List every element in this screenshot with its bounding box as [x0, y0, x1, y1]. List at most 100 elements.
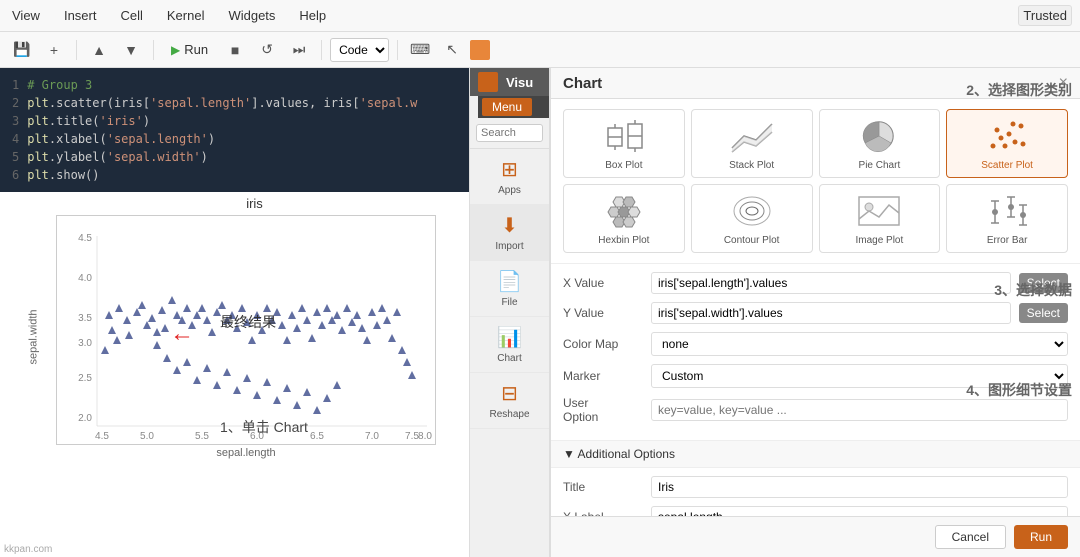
contour-plot-icon [728, 191, 776, 231]
kkpan-watermark: kkpan.com [4, 544, 52, 555]
code-line-5: 5plt.ylabel('sepal.width') [12, 148, 457, 166]
file-icon: 📄 [497, 269, 522, 294]
title-row: Title [563, 476, 1068, 498]
sidebar-reshape-label: Reshape [489, 409, 529, 420]
trusted-badge: Trusted [1018, 5, 1072, 26]
toolbar-separator-4 [397, 40, 398, 60]
move-up-icon[interactable]: ▲ [85, 36, 113, 64]
dialog-footer: Cancel Run [551, 516, 1080, 557]
chart-type-box[interactable]: Box Plot [563, 109, 685, 178]
chart-type-pie[interactable]: Pie Chart [819, 109, 941, 178]
error-bar-icon [983, 191, 1031, 231]
chart-type-errorbar[interactable]: Error Bar [946, 184, 1068, 253]
color-map-label: Color Map [563, 337, 643, 351]
reshape-icon: ⊟ [501, 381, 518, 406]
menu-insert[interactable]: Insert [60, 6, 101, 25]
pie-chart-label: Pie Chart [859, 160, 901, 171]
hexbin-label: Hexbin Plot [598, 235, 649, 246]
toolbar-separator-2 [153, 40, 154, 60]
sidebar-chart-label: Chart [497, 353, 521, 364]
save-icon[interactable]: 💾 [8, 36, 36, 64]
code-line-3: 3plt.title('iris') [12, 112, 457, 130]
menu-bar: View Insert Cell Kernel Widgets Help Tru… [0, 0, 1080, 32]
fast-forward-icon[interactable]: ⏭ [285, 36, 313, 64]
x-value-input[interactable] [651, 272, 1011, 294]
chart-type-scatter[interactable]: Scatter Plot [946, 109, 1068, 178]
hexbin-plot-icon [600, 191, 648, 231]
image-plot-icon [855, 191, 903, 231]
additional-options-header[interactable]: ▼ Additional Options [551, 440, 1080, 468]
code-cell[interactable]: 1# Group 3 2plt.scatter(iris['sepal.leng… [0, 68, 469, 192]
toolbar-separator-3 [321, 40, 322, 60]
menu-cell[interactable]: Cell [116, 6, 146, 25]
code-line-2: 2plt.scatter(iris['sepal.length'].values… [12, 94, 457, 112]
run-button-dialog[interactable]: Run [1014, 525, 1068, 549]
title-label: Title [563, 480, 643, 494]
y-select-button[interactable]: Select [1019, 303, 1068, 323]
sidebar-item-reshape[interactable]: ⊟ Reshape [470, 373, 549, 429]
keyboard-icon[interactable]: ⌨ [406, 36, 434, 64]
run-icon: ▶ [171, 43, 180, 57]
user-option-row: User Option [563, 396, 1068, 424]
sidebar-import-label: Import [495, 241, 523, 252]
stop-icon[interactable]: ■ [221, 36, 249, 64]
x-value-label: X Value [563, 276, 643, 290]
import-icon: ⬇ [501, 213, 518, 238]
sidebar-item-file[interactable]: 📄 File [470, 261, 549, 317]
step3-annotation: 3、选择数据 [994, 280, 1072, 300]
sidebar-search-container [470, 118, 549, 149]
run-label: Run [184, 42, 208, 57]
chart-type-contour[interactable]: Contour Plot [691, 184, 813, 253]
notebook-area: 1# Group 3 2plt.scatter(iris['sepal.leng… [0, 68, 470, 557]
marker-label: Marker [563, 369, 643, 383]
visuplot-header: Visu [470, 68, 549, 96]
cancel-button[interactable]: Cancel [935, 525, 1006, 549]
y-value-row: Y Value Select [563, 302, 1068, 324]
svg-text:5.5: 5.5 [195, 431, 209, 442]
move-down-icon[interactable]: ▼ [117, 36, 145, 64]
image-plot-label: Image Plot [855, 235, 903, 246]
pie-chart-icon [855, 116, 903, 156]
step2-annotation: 2、选择图形类别 [966, 80, 1072, 100]
visuplot-title: Visu [506, 75, 533, 90]
add-cell-icon[interactable]: + [40, 36, 68, 64]
menu-view[interactable]: View [8, 6, 44, 25]
chart-type-image[interactable]: Image Plot [819, 184, 941, 253]
svg-text:5.0: 5.0 [140, 431, 154, 442]
visuplot-tabs: Menu [478, 96, 549, 118]
y-value-input[interactable] [651, 302, 1011, 324]
chart-type-grid: Box Plot Stack Plot [551, 99, 1080, 264]
chart-type-stack[interactable]: Stack Plot [691, 109, 813, 178]
svg-text:3.0: 3.0 [78, 338, 92, 349]
y-axis-label: sepal.width [28, 309, 40, 364]
visuplot-menu-tab[interactable]: Menu [482, 98, 532, 116]
run-button[interactable]: ▶ Run [162, 39, 217, 60]
user-option-input[interactable] [651, 399, 1068, 421]
menu-kernel[interactable]: Kernel [163, 6, 209, 25]
box-plot-label: Box Plot [605, 160, 642, 171]
search-input[interactable] [476, 124, 543, 142]
cursor-icon[interactable]: ↖ [438, 36, 466, 64]
y-value-label: Y Value [563, 306, 643, 320]
color-map-select[interactable]: none [651, 332, 1068, 356]
error-bar-label: Error Bar [987, 235, 1028, 246]
restart-icon[interactable]: ↺ [253, 36, 281, 64]
menu-widgets[interactable]: Widgets [224, 6, 279, 25]
chart-type-hexbin[interactable]: Hexbin Plot [563, 184, 685, 253]
svg-text:6.5: 6.5 [310, 431, 324, 442]
sidebar: Visu Menu ⊞ Apps ⬇ Import 📄 File 📊 [470, 68, 550, 557]
svg-text:7.0: 7.0 [365, 431, 379, 442]
chart-dialog: Chart × [550, 68, 1080, 557]
svg-text:8.0: 8.0 [418, 431, 432, 442]
color-map-row: Color Map none [563, 332, 1068, 356]
sidebar-item-import[interactable]: ⬇ Import [470, 205, 549, 261]
orange-indicator [470, 40, 490, 60]
sidebar-item-apps[interactable]: ⊞ Apps [470, 149, 549, 205]
sidebar-item-chart[interactable]: 📊 Chart [470, 317, 549, 373]
title-input[interactable] [651, 476, 1068, 498]
cell-type-select[interactable]: Code [330, 38, 389, 62]
menu-help[interactable]: Help [295, 6, 330, 25]
scatter-plot-icon [983, 116, 1031, 156]
arrow-icon: ← [170, 320, 194, 348]
stack-plot-icon [728, 116, 776, 156]
